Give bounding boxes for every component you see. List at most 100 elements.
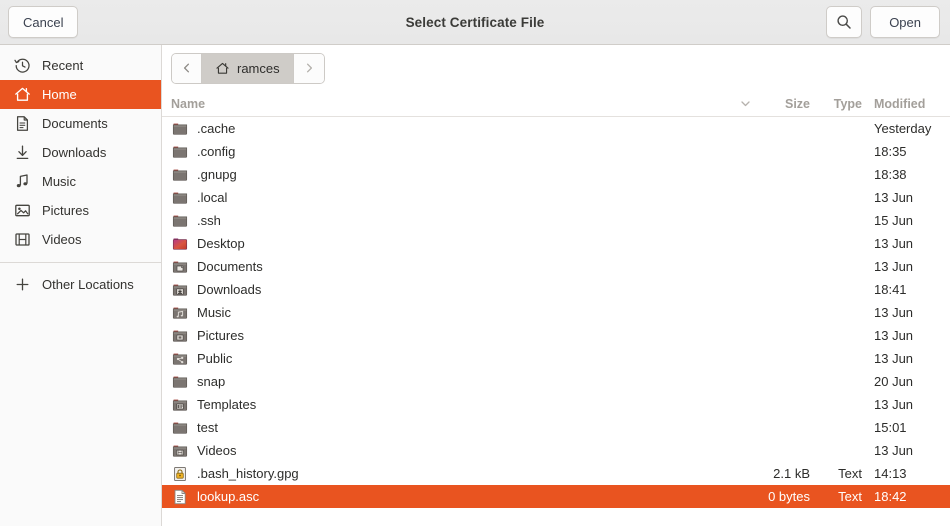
column-header-modified-label: Modified xyxy=(874,96,926,111)
text-file-icon xyxy=(172,489,188,505)
sidebar-item-pictures[interactable]: Pictures xyxy=(0,196,161,225)
file-row[interactable]: Public 13 Jun xyxy=(162,347,950,370)
file-row[interactable]: Music 13 Jun xyxy=(162,301,950,324)
file-name-label: Templates xyxy=(197,397,257,412)
sidebar-item-label: Recent xyxy=(42,58,84,73)
file-row[interactable]: Downloads 18:41 xyxy=(162,278,950,301)
sidebar-item-downloads[interactable]: Downloads xyxy=(0,138,161,167)
file-modified-cell: 13 Jun xyxy=(874,351,914,366)
chevron-right-icon xyxy=(303,62,315,74)
path-back-button[interactable] xyxy=(172,53,202,83)
file-row[interactable]: .gnupg 18:38 xyxy=(162,163,950,186)
file-modified-cell: 13 Jun xyxy=(874,236,914,251)
sidebar-item-other-locations[interactable]: Other Locations xyxy=(0,270,161,299)
file-chooser-dialog: Cancel Select Certificate File Open Rece… xyxy=(0,0,950,526)
file-size-cell: 2.1 kB xyxy=(773,466,810,481)
sidebar-item-music[interactable]: Music xyxy=(0,167,161,196)
sort-indicator[interactable] xyxy=(732,97,758,110)
file-row[interactable]: .ssh 15 Jun xyxy=(162,209,950,232)
picture-icon xyxy=(14,202,31,219)
file-row[interactable]: .config 18:35 xyxy=(162,140,950,163)
file-name-cell: Templates xyxy=(162,397,732,413)
file-list[interactable]: .cache Yesterday .config 18:35 .gnupg 18:38 .l… xyxy=(162,117,950,526)
file-name-label: .config xyxy=(197,144,236,159)
file-modified-cell: 20 Jun xyxy=(874,374,914,389)
file-name-label: Videos xyxy=(197,443,237,458)
file-type-cell: Text xyxy=(838,489,862,504)
plus-icon xyxy=(14,276,31,293)
document-icon xyxy=(14,115,31,132)
file-modified-cell: 15:01 xyxy=(874,420,907,435)
home-icon xyxy=(14,86,31,103)
column-header-size-label: Size xyxy=(784,96,810,111)
file-modified-cell: 18:35 xyxy=(874,144,907,159)
file-row[interactable]: .local 13 Jun xyxy=(162,186,950,209)
breadcrumb-label: ramces xyxy=(237,60,280,76)
file-name-cell: Public xyxy=(162,351,732,367)
desktop-folder-icon xyxy=(172,236,188,252)
file-row[interactable]: .bash_history.gpg 2.1 kB Text 14:13 xyxy=(162,462,950,485)
file-modified-cell: 15 Jun xyxy=(874,213,914,228)
open-button[interactable]: Open xyxy=(870,6,940,38)
cancel-button-label: Cancel xyxy=(23,14,64,30)
folder-icon xyxy=(172,420,188,436)
file-name-label: .cache xyxy=(197,121,236,136)
sidebar-item-label: Documents xyxy=(42,116,108,131)
path-forward-button[interactable] xyxy=(293,53,324,83)
sidebar-item-label: Videos xyxy=(42,232,82,247)
file-name-cell: .local xyxy=(162,190,732,206)
search-button[interactable] xyxy=(826,6,863,38)
file-name-cell: snap xyxy=(162,374,732,390)
sidebar-item-documents[interactable]: Documents xyxy=(0,109,161,138)
file-name-label: Pictures xyxy=(197,328,244,343)
file-name-cell: Desktop xyxy=(162,236,732,252)
file-modified-cell: Yesterday xyxy=(874,121,932,136)
sidebar-item-label: Music xyxy=(42,174,76,189)
column-header-name[interactable]: Name xyxy=(162,97,732,111)
sidebar-item-videos[interactable]: Videos xyxy=(0,225,161,254)
downloads-folder-icon xyxy=(172,282,188,298)
file-row[interactable]: Desktop 13 Jun xyxy=(162,232,950,255)
file-name-label: lookup.asc xyxy=(197,489,260,504)
music-icon xyxy=(14,173,31,190)
column-header-type-label: Type xyxy=(833,96,862,111)
file-row[interactable]: Documents 13 Jun xyxy=(162,255,950,278)
column-header-type[interactable]: Type xyxy=(816,97,868,111)
chevron-left-icon xyxy=(181,62,193,74)
file-modified-cell: 13 Jun xyxy=(874,190,914,205)
file-name-cell: Downloads xyxy=(162,282,732,298)
file-row[interactable]: Templates 13 Jun xyxy=(162,393,950,416)
column-header-size[interactable]: Size xyxy=(758,97,816,111)
file-name-label: .ssh xyxy=(197,213,221,228)
chevron-down-icon xyxy=(739,97,752,110)
file-row[interactable]: Pictures 13 Jun xyxy=(162,324,950,347)
column-header-modified[interactable]: Modified xyxy=(868,97,950,111)
file-browser-pane: ramces Name Size Type Modified .cache Ye… xyxy=(162,45,950,526)
search-icon xyxy=(836,14,852,30)
file-modified-cell: 14:13 xyxy=(874,466,907,481)
sidebar-item-recent[interactable]: Recent xyxy=(0,51,161,80)
file-row[interactable]: snap 20 Jun xyxy=(162,370,950,393)
file-name-label: .bash_history.gpg xyxy=(197,466,299,481)
file-name-cell: test xyxy=(162,420,732,436)
file-name-label: Documents xyxy=(197,259,263,274)
download-icon xyxy=(14,144,31,161)
sidebar-divider xyxy=(0,262,161,263)
sidebar-item-home[interactable]: Home xyxy=(0,80,161,109)
home-icon xyxy=(215,61,230,76)
file-name-cell: lookup.asc xyxy=(162,489,732,505)
file-name-label: Desktop xyxy=(197,236,245,251)
file-row[interactable]: lookup.asc 0 bytes Text 18:42 xyxy=(162,485,950,508)
file-row[interactable]: test 15:01 xyxy=(162,416,950,439)
file-row[interactable]: Videos 13 Jun xyxy=(162,439,950,462)
file-modified-cell: 18:38 xyxy=(874,167,907,182)
dialog-title: Select Certificate File xyxy=(405,14,545,30)
folder-icon xyxy=(172,144,188,160)
folder-icon xyxy=(172,213,188,229)
sidebar-item-label: Downloads xyxy=(42,145,107,160)
places-sidebar: Recent Home Documents Downloads Music Pi… xyxy=(0,45,162,526)
file-type-cell: Text xyxy=(838,466,862,481)
file-row[interactable]: .cache Yesterday xyxy=(162,117,950,140)
breadcrumb-item-ramces[interactable]: ramces xyxy=(202,53,294,83)
cancel-button[interactable]: Cancel xyxy=(8,6,79,38)
